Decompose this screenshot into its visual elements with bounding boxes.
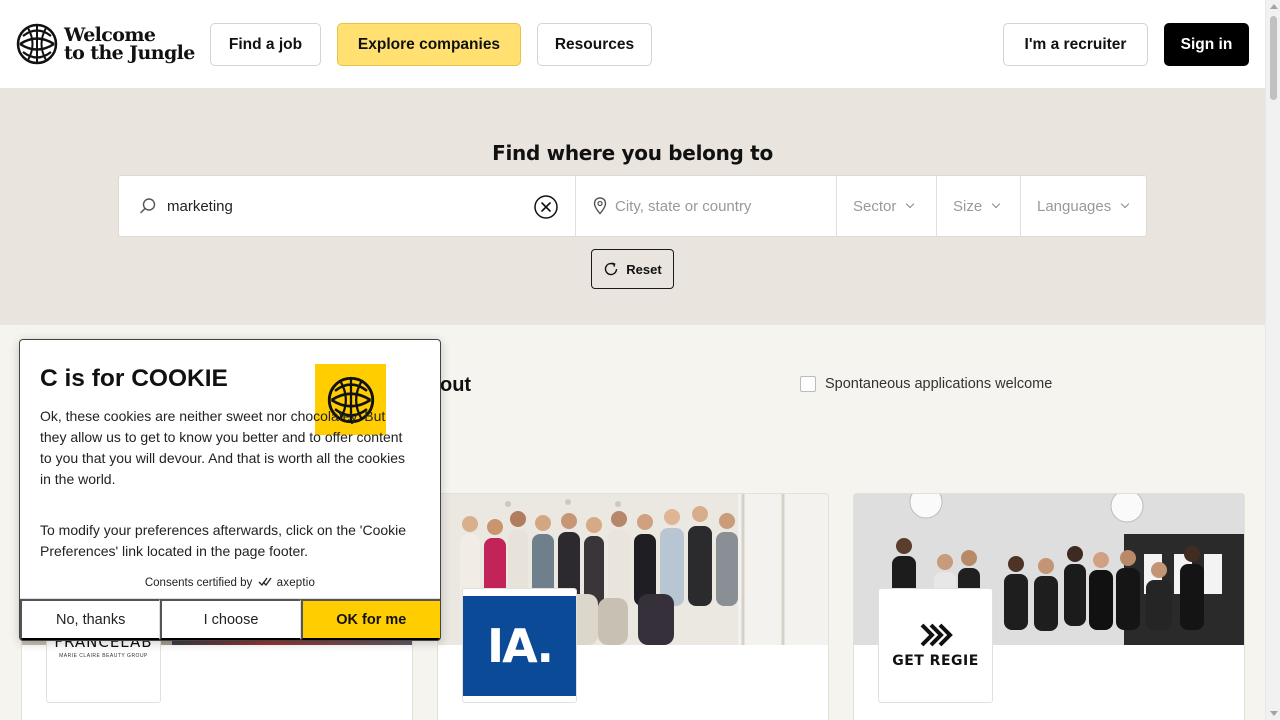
company-logo-text: GET REGIE: [892, 653, 979, 669]
search-input[interactable]: marketing: [167, 198, 233, 215]
sector-filter[interactable]: Sector: [837, 176, 937, 236]
sector-label: Sector: [853, 197, 897, 215]
languages-label: Languages: [1037, 197, 1112, 215]
cookie-description-text: Ok, these cookies are neither sweet nor …: [40, 408, 405, 487]
search-icon: [140, 198, 156, 214]
resources-button[interactable]: Resources: [537, 23, 652, 66]
company-card[interactable]: GET REGIE: [853, 493, 1245, 720]
chevron-down-icon: [906, 199, 915, 209]
search-hero: Find where you belong to marketing City,…: [0, 89, 1265, 325]
size-filter[interactable]: Size: [937, 176, 1021, 236]
company-logo-text: IA.: [486, 618, 554, 673]
location-field[interactable]: City, state or country: [576, 176, 837, 236]
find-a-job-button[interactable]: Find a job: [210, 23, 321, 66]
reset-label: Reset: [626, 261, 662, 277]
clear-search-icon[interactable]: [534, 195, 558, 219]
reset-button[interactable]: Reset: [591, 249, 674, 289]
company-logo: IA.: [462, 588, 577, 703]
page-scrollbar[interactable]: [1265, 0, 1280, 720]
scroll-down-icon[interactable]: [1270, 711, 1278, 716]
choose-cookies-button[interactable]: I choose: [160, 599, 301, 640]
decline-cookies-button[interactable]: No, thanks: [20, 599, 161, 640]
site-header: Welcome to the Jungle Find a job Explore…: [0, 0, 1265, 89]
location-pin-icon: [593, 197, 607, 215]
refresh-icon: [605, 262, 618, 276]
get-regie-mark-icon: [920, 623, 953, 647]
explore-companies-button[interactable]: Explore companies: [337, 23, 521, 66]
sign-in-button[interactable]: Sign in: [1164, 23, 1249, 66]
cookie-description: Ok, these cookies are neither sweet nor …: [40, 406, 415, 490]
logo[interactable]: Welcome to the Jungle: [16, 23, 195, 65]
cookie-consent-dialog: C is for COOKIE Ok, these cookies are ne…: [19, 339, 441, 641]
spontaneous-checkbox[interactable]: [800, 376, 816, 392]
scroll-thumb[interactable]: [1270, 16, 1277, 100]
company-logo-subtext: MARIE CLAIRE BEAUTY GROUP: [59, 652, 148, 659]
search-bar: marketing City, state or country Sector …: [118, 175, 1147, 237]
languages-filter[interactable]: Languages: [1021, 176, 1146, 236]
jungle-logo-icon: [16, 23, 58, 65]
results-title: out: [440, 374, 472, 396]
axeptio-brand: axeptio: [276, 577, 316, 589]
spontaneous-filter[interactable]: Spontaneous applications welcome: [800, 376, 1052, 392]
company-card[interactable]: IA.: [437, 493, 829, 720]
axeptio-certification[interactable]: Consents certified by axeptio: [20, 577, 440, 589]
recruiter-button[interactable]: I'm a recruiter: [1003, 23, 1148, 66]
hero-title: Find where you belong to: [492, 141, 773, 165]
axeptio-check-icon: [258, 577, 272, 587]
spontaneous-label: Spontaneous applications welcome: [825, 376, 1053, 392]
certified-label: Consents certified by: [144, 577, 253, 589]
cookie-title: C is for COOKIE: [40, 365, 228, 392]
scroll-up-icon[interactable]: [1270, 4, 1278, 9]
logo-wordmark: Welcome to the Jungle: [64, 26, 195, 64]
accept-cookies-button[interactable]: OK for me: [300, 599, 440, 640]
keyword-search-field[interactable]: marketing: [119, 176, 576, 236]
chevron-down-icon: [991, 199, 1001, 209]
location-input[interactable]: City, state or country: [615, 198, 751, 215]
size-label: Size: [953, 197, 983, 215]
logo-line-2: to the Jungle: [64, 42, 195, 64]
chevron-down-icon: [1121, 199, 1130, 209]
company-logo: GET REGIE: [878, 588, 993, 703]
cookie-actions: No, thanks I choose OK for me: [20, 598, 440, 640]
cookie-preferences-note: To modify your preferences afterwards, c…: [40, 522, 407, 559]
